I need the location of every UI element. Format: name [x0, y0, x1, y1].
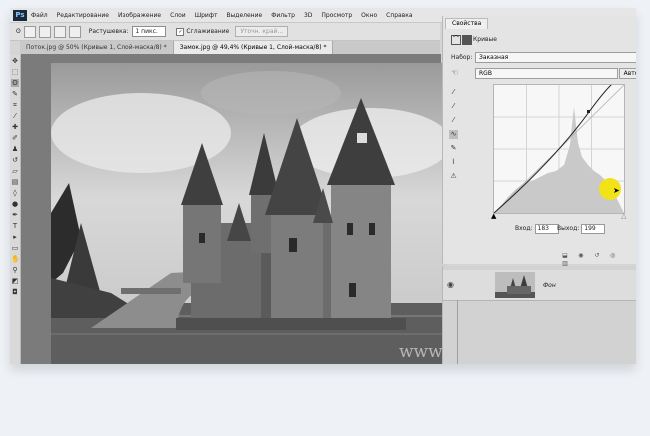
layers-panel: ◉ Фон — [442, 266, 636, 364]
healing-tool-icon[interactable]: ✚ — [11, 123, 19, 131]
crop-tool-icon[interactable]: ⌗ — [11, 101, 19, 109]
hand-on-image-icon[interactable]: ☜ — [451, 68, 458, 77]
clip-to-layer-icon[interactable]: ⬓ — [561, 252, 569, 260]
channel-select[interactable]: RGB — [475, 68, 618, 79]
pencil-draw-curve-icon[interactable]: ✎ — [449, 144, 458, 153]
pen-tool-icon[interactable]: ✒ — [11, 211, 19, 219]
white-point-eyedropper-icon[interactable]: ⁄ — [449, 116, 458, 125]
properties-panel: Свойства ⌒ Кривые Набор: Заказная ☜ RGB … — [442, 16, 636, 267]
marquee-tool-icon[interactable]: ⬚ — [11, 68, 19, 76]
preset-label: Набор: — [451, 54, 473, 61]
menu-window[interactable]: Окно — [361, 12, 377, 19]
stamp-tool-icon[interactable]: ♟ — [11, 145, 19, 153]
curve-tools: ⁄ ⁄ ⁄ ∿ ✎ ⌇ ⚠ — [449, 88, 461, 186]
blur-tool-icon[interactable]: ◊ — [11, 189, 19, 197]
refine-edge-button[interactable]: Уточн. край... — [235, 26, 289, 37]
eraser-tool-icon[interactable]: ▱ — [11, 167, 19, 175]
smooth-checkbox[interactable]: ✓ — [176, 27, 185, 36]
clipping-warning-icon[interactable]: ⚠ — [449, 172, 458, 181]
curve-edit-points-icon[interactable]: ∿ — [449, 130, 458, 139]
foreground-background-colors-icon[interactable]: ◩ — [11, 277, 19, 285]
output-field[interactable]: 199 — [581, 224, 606, 234]
eye-icon[interactable]: ◉ — [447, 280, 454, 289]
gray-point-eyedropper-icon[interactable]: ⁄ — [449, 102, 458, 111]
view-previous-icon[interactable]: ◉ — [577, 252, 585, 260]
quick-mask-icon[interactable]: ◘ — [11, 288, 19, 296]
properties-title: Кривые — [473, 36, 497, 43]
input-field[interactable]: 183 — [534, 224, 559, 234]
input-label: Вход: — [515, 225, 533, 232]
type-tool-icon[interactable]: T — [11, 222, 19, 230]
properties-tab[interactable]: Свойства — [445, 18, 489, 29]
pointer-cursor-icon: ➤ — [613, 186, 620, 195]
menu-filter[interactable]: Фильтр — [271, 12, 295, 19]
output-label: Выход: — [557, 225, 580, 232]
smooth-label: Сглаживание — [186, 28, 230, 35]
menu-file[interactable]: Файл — [31, 12, 48, 19]
smooth-curve-icon[interactable]: ⌇ — [449, 158, 458, 167]
input-group: Вход: 183 — [515, 224, 559, 234]
menu-type[interactable]: Шрифт — [195, 12, 218, 19]
tools-panel: ✥ ⬚ ʘ ✎ ⌗ ⁄ ✚ ✐ ♟ ↺ ▱ ▤ ◊ ● ✒ T ▸ ▭ ✋ ⚲ … — [10, 55, 21, 364]
curve-point — [587, 110, 590, 113]
auto-button[interactable]: Авто — [619, 68, 636, 79]
visibility-icon[interactable]: ◎ — [609, 252, 617, 260]
intersect-selection-icon[interactable] — [68, 25, 81, 38]
layer-mask-icon[interactable] — [462, 35, 472, 45]
curves-adjustment-icon: ⌒ — [451, 35, 461, 45]
lasso-tool-icon[interactable]: ʘ — [16, 28, 21, 35]
tab-potok[interactable]: Поток.jpg @ 50% (Кривые 1, Слой-маска/8)… — [20, 41, 174, 54]
canvas-area[interactable]: www.photoshopsunduchok.ru — [21, 54, 636, 364]
new-selection-icon[interactable] — [23, 25, 36, 38]
menu-edit[interactable]: Редактирование — [57, 12, 109, 19]
dodge-tool-icon[interactable]: ● — [11, 200, 19, 208]
document-tabs: Поток.jpg @ 50% (Кривые 1, Слой-маска/8)… — [20, 41, 440, 54]
feather-input[interactable]: 1 пикс. — [132, 26, 167, 37]
menu-help[interactable]: Справка — [386, 12, 412, 19]
tab-zamok[interactable]: Замок.jpg @ 49,4% (Кривые 1, Слой-маска/… — [173, 41, 334, 54]
history-brush-tool-icon[interactable]: ↺ — [11, 156, 19, 164]
photoshop-window: Ps Файл Редактирование Изображение Слои … — [10, 8, 636, 364]
menu-select[interactable]: Выделение — [226, 12, 262, 19]
menu-image[interactable]: Изображение — [118, 12, 161, 19]
menu-view[interactable]: Просмотр — [321, 12, 352, 19]
castle-photo — [51, 63, 447, 364]
shape-tool-icon[interactable]: ▭ — [11, 244, 19, 252]
layer-row[interactable]: ◉ Фон — [443, 270, 636, 301]
move-tool-icon[interactable]: ✥ — [11, 57, 19, 65]
gradient-tool-icon[interactable]: ▤ — [11, 178, 19, 186]
page-background — [0, 372, 650, 436]
add-selection-icon[interactable] — [38, 25, 51, 38]
panel-divider — [457, 300, 458, 364]
menu-layers[interactable]: Слои — [170, 12, 186, 19]
quick-select-tool-icon[interactable]: ✎ — [11, 90, 19, 98]
brush-tool-icon[interactable]: ✐ — [11, 134, 19, 142]
path-select-tool-icon[interactable]: ▸ — [11, 233, 19, 241]
lasso-tool-icon[interactable]: ʘ — [11, 79, 19, 87]
layer-thumbnail — [495, 272, 535, 298]
white-slider-icon[interactable]: △ — [621, 212, 626, 220]
photoshop-logo: Ps — [13, 9, 27, 21]
layer-name: Фон — [543, 282, 556, 289]
subtract-selection-icon[interactable] — [53, 25, 66, 38]
black-point-eyedropper-icon[interactable]: ⁄ — [449, 88, 458, 97]
options-bar: ʘ Растушевка: 1 пикс. ✓ Сглаживание Уточ… — [10, 23, 440, 41]
eyedropper-tool-icon[interactable]: ⁄ — [11, 112, 19, 120]
preset-select[interactable]: Заказная — [475, 52, 636, 63]
output-group: Выход: 199 — [557, 224, 606, 234]
zoom-tool-icon[interactable]: ⚲ — [11, 266, 19, 274]
feather-label: Растушевка: — [88, 28, 129, 35]
hand-tool-icon[interactable]: ✋ — [11, 255, 20, 263]
menu-3d[interactable]: 3D — [304, 12, 312, 19]
black-slider-icon[interactable]: ▲ — [491, 212, 496, 220]
reset-icon[interactable]: ↺ — [593, 252, 601, 260]
